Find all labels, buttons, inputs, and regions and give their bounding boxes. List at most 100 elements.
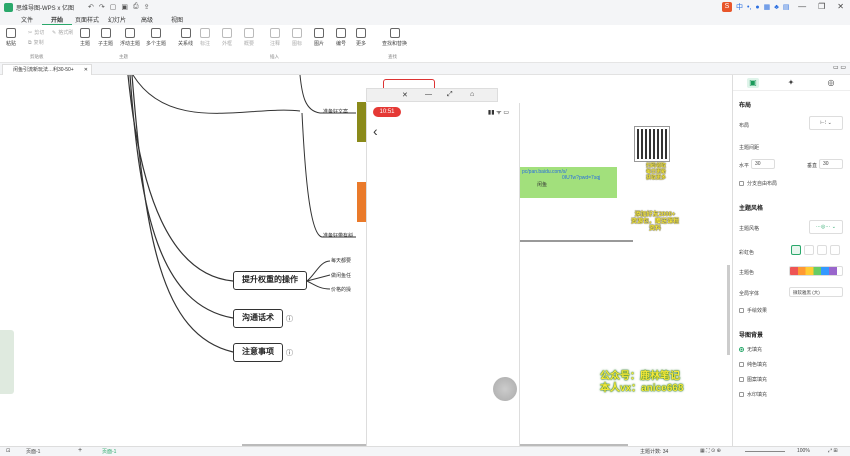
hand-drawn-checkbox[interactable]: 手绘效果 — [739, 307, 767, 314]
page-select[interactable]: 页面-1 — [26, 448, 40, 455]
redo-icon[interactable]: ↷ — [99, 3, 105, 11]
free-layout-checkbox[interactable]: 分支自由布局 — [739, 180, 777, 187]
app-title: 思维导图-WPS x 亿图 — [16, 5, 74, 12]
zoom-level[interactable]: 100% — [797, 448, 810, 454]
theme-style-select[interactable]: ⋯◎⋯ ⌄ — [809, 220, 843, 234]
boundary-button[interactable]: 外框 — [222, 28, 232, 47]
save-icon[interactable]: ▣ — [121, 3, 128, 11]
floating-ball-icon[interactable] — [493, 377, 517, 401]
find-replace-button[interactable]: 查找和替换 — [382, 28, 407, 47]
image-button[interactable]: 图片 — [314, 28, 324, 47]
relation-button[interactable]: 关系线 — [178, 28, 193, 47]
multi-topic-button[interactable]: 多个主题 — [146, 28, 166, 47]
topic-button[interactable]: 主题 — [80, 28, 90, 47]
menu-view[interactable]: 视图 — [162, 15, 192, 24]
close-tab-icon[interactable]: ✕ — [84, 65, 88, 75]
page-nav-icon[interactable]: ⊡ — [6, 448, 10, 454]
brush-icon: ✎ — [52, 29, 57, 36]
menu-page-style[interactable]: 页面样式 — [72, 15, 102, 24]
undo-icon[interactable]: ↶ — [88, 3, 94, 11]
phone-close-button[interactable]: ✕ — [402, 91, 408, 99]
rainbow-option-2[interactable] — [804, 245, 814, 255]
add-page-button[interactable]: + — [78, 447, 82, 454]
sub-label-4: 做闲鱼任 — [331, 273, 352, 279]
bg-option-pattern[interactable]: 图案填充 — [739, 376, 767, 383]
page-tab[interactable]: 页面-1 — [102, 448, 116, 455]
minimize-button[interactable]: — — [798, 2, 806, 11]
menu-bar: 文件 开始 页面样式 幻灯片 高级 视图 — [0, 14, 850, 25]
paste-button[interactable]: 粘贴 — [6, 28, 16, 47]
floating-topic-button[interactable]: 浮动主题 — [120, 28, 140, 47]
print-icon[interactable]: ⎙ — [133, 3, 139, 11]
theme-color-select[interactable] — [789, 266, 843, 276]
callout-button[interactable]: 标注 — [200, 28, 210, 47]
note-button[interactable]: 注释 — [270, 28, 280, 47]
summary-button[interactable]: 概要 — [244, 28, 254, 47]
font-label: 全局字体 — [739, 291, 760, 297]
layout-tab-icon[interactable]: ▣ — [747, 78, 759, 88]
phone-home-button[interactable]: ⌂ — [470, 91, 474, 98]
phone-minimize-button[interactable]: — — [425, 91, 432, 98]
sogou-icon[interactable]: S — [722, 2, 732, 12]
bg-option-none[interactable]: 无填充 — [739, 346, 762, 353]
subtopic-button[interactable]: 子主题 — [98, 28, 113, 47]
topic-node-notes[interactable]: 注意事项 — [233, 343, 283, 362]
menu-file[interactable]: 文件 — [12, 15, 42, 24]
fit-icon[interactable]: ⤢ ⊞ — [828, 448, 838, 454]
keyboard-icon[interactable]: ▦ — [764, 3, 771, 11]
font-select[interactable]: 微软雅黑 (大) — [789, 287, 843, 297]
h-spacing-input[interactable]: 30 — [751, 159, 775, 169]
group-insert: 插入 — [270, 54, 279, 59]
style-section-title: 主题风格 — [739, 206, 764, 212]
copy-button[interactable]: ⧉ 复制 — [28, 39, 44, 47]
v-spacing-input[interactable]: 30 — [819, 159, 843, 169]
document-tab-bar: 闲鱼引流新玩法…利30-50+ ✕ ▭ ▭ — [0, 63, 850, 75]
phone-screen[interactable]: 10:51 ▮▮ ᯤ ▭ ‹ — [366, 103, 520, 456]
close-button[interactable]: ✕ — [837, 2, 844, 11]
back-icon[interactable]: ‹ — [373, 123, 378, 139]
topic-icon — [80, 28, 90, 38]
icon-button[interactable]: 图标 — [292, 28, 302, 47]
menu-start[interactable]: 开始 — [42, 15, 72, 25]
info-icon[interactable]: ⓘ — [286, 314, 293, 324]
side-widget[interactable] — [0, 330, 14, 394]
ime-lang[interactable]: 中 — [736, 2, 743, 12]
floating-topic-icon — [125, 28, 135, 38]
group-topic: 主题 — [119, 54, 128, 59]
rainbow-option-4[interactable] — [830, 245, 840, 255]
bg-option-solid[interactable]: 纯色填充 — [739, 361, 767, 368]
bg-option-watermark[interactable]: 水印填充 — [739, 391, 767, 398]
note-icon — [270, 28, 280, 38]
subtopic-icon — [100, 28, 111, 38]
more-button[interactable]: 更多 — [356, 28, 366, 47]
doc-tab[interactable]: 闲鱼引流新玩法…利30-50+ ✕ — [2, 64, 92, 75]
rainbow-option-3[interactable] — [817, 245, 827, 255]
new-icon[interactable]: ▢ — [110, 3, 117, 11]
grid-icon[interactable]: ▤ — [783, 3, 790, 11]
panel-toggle-icon[interactable]: ▭ ▭ — [833, 64, 846, 71]
topic-node-talk[interactable]: 沟通话术 — [233, 309, 283, 328]
punct-icon[interactable]: •, — [747, 4, 751, 11]
cut-button[interactable]: ✂ 剪切 — [28, 29, 44, 37]
quick-access-toolbar: ↶ ↷ ▢ ▣ ⎙ ⇪ — [88, 3, 149, 11]
skin-icon[interactable]: ♣ — [774, 4, 779, 11]
mic-icon[interactable]: ● — [755, 4, 759, 11]
restore-button[interactable]: ❐ — [818, 2, 825, 11]
view-icons[interactable]: ▦ ⛶ ⊙ ⊕ — [700, 448, 721, 454]
yellow-note-2: 添加好友2000+ 资源包，赠送课程 资料 — [630, 212, 679, 232]
style-tab-icon[interactable]: ✦ — [785, 78, 797, 88]
find-icon — [389, 28, 400, 38]
vertical-scrollbar[interactable] — [727, 265, 730, 355]
format-painter-button[interactable]: ✎ 格式刷 — [52, 29, 73, 37]
export-icon[interactable]: ⇪ — [144, 3, 150, 11]
layout-select[interactable]: ⊢⁝ ⌄ — [809, 116, 843, 130]
numbering-button[interactable]: 编号 — [336, 28, 346, 47]
zoom-slider[interactable] — [745, 451, 785, 452]
rainbow-option-1[interactable] — [791, 245, 801, 255]
icon-tab-icon[interactable]: ◎ — [825, 78, 837, 88]
topic-node-improve-weight[interactable]: 提升权重的操作 — [233, 271, 307, 290]
menu-slides[interactable]: 幻灯片 — [102, 15, 132, 24]
info-icon[interactable]: ⓘ — [286, 348, 293, 358]
phone-expand-button[interactable]: ⤢ — [447, 91, 453, 99]
menu-advanced[interactable]: 高级 — [132, 15, 162, 24]
